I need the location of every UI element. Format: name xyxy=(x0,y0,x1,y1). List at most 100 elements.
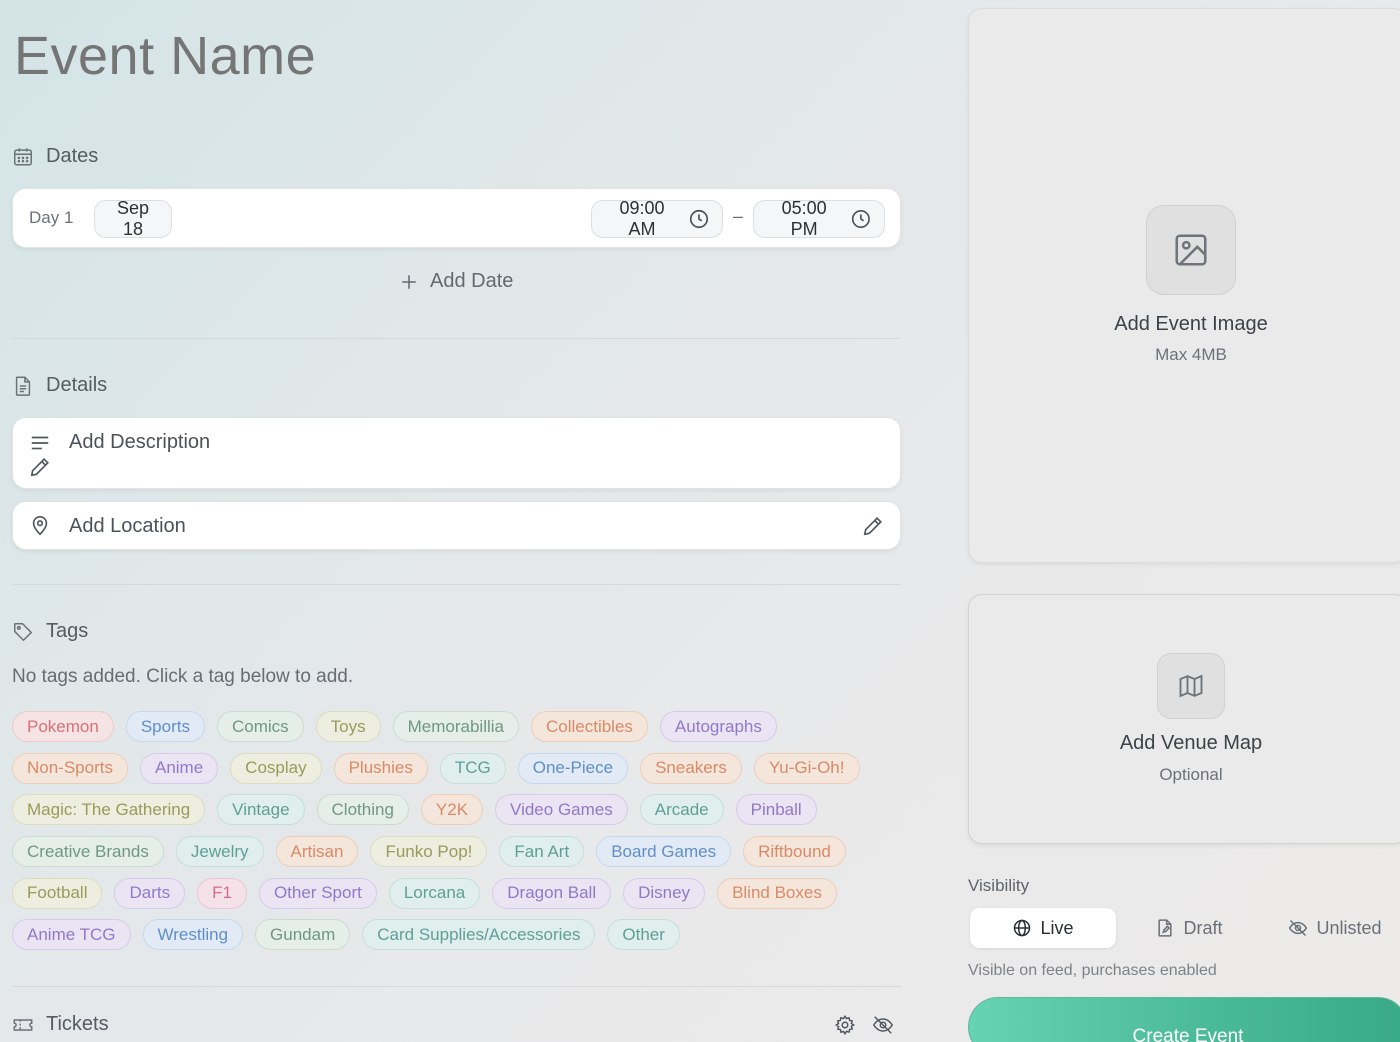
location-field[interactable]: Add Location xyxy=(12,501,901,550)
tag-chip[interactable]: Clothing xyxy=(316,794,409,826)
tag-row: Creative Brands Jewelry Artisan Funko Pop! F… xyxy=(12,836,902,869)
tag-chip[interactable]: Collectibles xyxy=(530,711,648,742)
location-label: Add Location xyxy=(69,515,186,537)
map-pin-icon xyxy=(32,516,48,536)
tag-chip[interactable]: Anime TCG xyxy=(12,919,131,951)
pencil-icon[interactable] xyxy=(862,515,884,537)
tag-chip[interactable]: Creative Brands xyxy=(12,836,164,868)
tag-chip[interactable]: Autographs xyxy=(659,711,777,742)
tag-chip[interactable]: Blind Boxes xyxy=(717,877,837,909)
start-time-value: 09:00 AM xyxy=(619,198,665,239)
tag-row: Football Darts F1 Other Sport Lorcana Dragon … xyxy=(12,877,902,911)
tag-chip[interactable]: Pinball xyxy=(735,794,817,826)
tag-chip[interactable]: Pokemon xyxy=(12,711,114,742)
date-value: Sep 18 xyxy=(116,198,150,239)
tag-chip[interactable]: Other Sport xyxy=(258,877,377,909)
tag-chip[interactable]: Wrestling xyxy=(142,919,244,951)
tag-chip[interactable]: Fan Art xyxy=(499,836,585,868)
date-picker-button[interactable]: Sep 18 xyxy=(94,198,172,239)
tag-chip[interactable]: Cosplay xyxy=(230,752,322,784)
description-label: Add Description xyxy=(69,431,211,453)
tag-chip[interactable]: Artisan xyxy=(275,836,359,868)
ticket-icon xyxy=(13,1018,33,1031)
visibility-live-option[interactable]: Live xyxy=(970,908,1116,948)
venue-map-upload[interactable]: Add Venue Map Optional xyxy=(968,594,1400,844)
tag-chip[interactable]: Riftbound xyxy=(743,836,846,868)
visibility-live-label: Live xyxy=(1040,917,1074,938)
tags-heading-label: Tags xyxy=(46,620,89,642)
dates-heading: Dates xyxy=(12,145,98,168)
venue-map-title: Add Venue Map xyxy=(1119,732,1263,754)
tag-chip[interactable]: Comics xyxy=(216,711,304,742)
tag-chip[interactable]: Sports xyxy=(125,711,205,742)
tag-chip[interactable]: Football xyxy=(12,877,103,909)
tag-chip[interactable]: Arcade xyxy=(639,794,724,826)
tag-chip[interactable]: Non-Sports xyxy=(12,752,128,784)
tag-chip[interactable]: Vintage xyxy=(217,794,305,826)
plus-icon xyxy=(402,274,416,289)
tag-chip[interactable]: Other xyxy=(607,919,680,951)
tag-chip[interactable]: Magic: The Gathering xyxy=(12,794,206,826)
end-time-value: 05:00 PM xyxy=(781,198,827,239)
tag-row: Magic: The Gathering Vintage Clothing Y2K Vi… xyxy=(12,794,902,827)
description-field[interactable]: Add Description xyxy=(12,417,901,489)
tag-chip[interactable]: Gundam xyxy=(255,919,351,951)
clock-icon xyxy=(852,210,871,228)
tag-chip[interactable]: Toys xyxy=(315,711,381,742)
tag-row: Pokemon Sports Comics Toys Memorabillia Colle… xyxy=(12,711,902,744)
tickets-actions xyxy=(834,1014,894,1036)
visibility-help-text: Visible on feed, purchases enabled xyxy=(968,962,1217,979)
tag-chip[interactable]: Board Games xyxy=(596,836,732,868)
divider xyxy=(12,338,901,339)
tag-chip[interactable]: Yu-Gi-Oh! xyxy=(753,752,860,784)
tag-chip[interactable]: Disney xyxy=(623,877,706,909)
event-image-subtitle: Max 4MB xyxy=(1155,345,1227,364)
tag-icon xyxy=(14,622,33,641)
visibility-unlisted-option[interactable]: Unlisted xyxy=(1262,908,1400,948)
event-image-title: Add Event Image xyxy=(1114,313,1268,335)
visibility-draft-label: Draft xyxy=(1183,917,1223,938)
event-name-input[interactable] xyxy=(14,24,714,88)
date-row-day-1: Day 1 Sep 18 09:00 AM – 05:00 PM xyxy=(12,188,901,248)
file-edit-icon xyxy=(1158,919,1173,937)
tag-chip[interactable]: Anime xyxy=(139,752,219,784)
tags-help-text: No tags added. Click a tag below to add. xyxy=(12,666,354,687)
start-time-button[interactable]: 09:00 AM xyxy=(591,198,723,239)
tag-chip[interactable]: Plushies xyxy=(333,752,428,784)
document-icon xyxy=(15,376,31,396)
tag-chip[interactable]: Darts xyxy=(114,877,186,909)
eye-off-icon xyxy=(1289,919,1308,937)
gear-icon[interactable] xyxy=(834,1014,856,1036)
details-heading-label: Details xyxy=(46,374,108,396)
tag-chip[interactable]: Lorcana xyxy=(388,877,481,909)
eye-off-icon[interactable] xyxy=(872,1014,894,1036)
tag-chip[interactable]: Y2K xyxy=(420,794,484,826)
tag-row: Non-Sports Anime Cosplay Plushies TCG One-Pie… xyxy=(12,752,902,786)
text-lines-icon xyxy=(31,436,49,450)
tag-row: Anime TCG Wrestling Gundam Card Supplies/Ac… xyxy=(12,919,902,952)
map-icon-box xyxy=(1157,653,1225,719)
tag-chip[interactable]: Card Supplies/Accessories xyxy=(362,919,596,951)
image-icon-box xyxy=(1146,205,1236,295)
time-separator: – xyxy=(733,206,744,226)
tickets-heading: Tickets xyxy=(12,1013,109,1036)
visibility-draft-option[interactable]: Draft xyxy=(1116,908,1262,948)
create-event-button[interactable]: Create Event xyxy=(968,997,1400,1042)
tag-list: Pokemon Sports Comics Toys Memorabillia Colle… xyxy=(12,711,902,961)
add-date-button[interactable]: Add Date xyxy=(400,270,513,293)
dates-heading-label: Dates xyxy=(46,145,99,167)
end-time-button[interactable]: 05:00 PM xyxy=(753,198,885,239)
tag-chip[interactable]: Video Games xyxy=(495,794,628,826)
pencil-icon xyxy=(30,458,49,477)
add-date-label: Add Date xyxy=(430,270,514,292)
tag-chip[interactable]: F1 xyxy=(197,877,247,909)
tag-chip[interactable]: Jewelry xyxy=(175,836,264,868)
tag-chip[interactable]: One-Piece xyxy=(517,752,629,784)
tag-chip[interactable]: Dragon Ball xyxy=(492,877,612,909)
tag-chip[interactable]: Memorabillia xyxy=(392,711,519,742)
tag-chip[interactable]: TCG xyxy=(439,752,506,784)
tag-chip[interactable]: Funko Pop! xyxy=(370,836,488,868)
map-icon xyxy=(1179,674,1203,698)
event-image-upload[interactable]: Add Event Image Max 4MB xyxy=(968,8,1400,563)
tag-chip[interactable]: Sneakers xyxy=(640,752,742,784)
